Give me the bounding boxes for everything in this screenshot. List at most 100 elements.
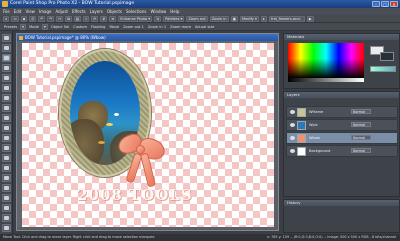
color-spectrum[interactable]: [288, 43, 364, 78]
custom-label: Custom: [73, 24, 87, 29]
visibility-icon[interactable]: [290, 123, 295, 127]
menu-objects[interactable]: Objects: [107, 9, 122, 14]
actual-size-label[interactable]: Actual size: [194, 25, 215, 29]
blend-mode[interactable]: Normal: [351, 148, 371, 153]
blend-mode[interactable]: Normal: [351, 122, 371, 127]
object-sel-label: Object Sel: [50, 24, 70, 29]
eraser-icon[interactable]: [2, 204, 11, 212]
zoom-more-label[interactable]: Zoom more: [169, 25, 192, 29]
recent-materials[interactable]: [370, 66, 396, 72]
mode-dropdown[interactable]: ▾: [41, 23, 48, 30]
crop-tool-icon[interactable]: [2, 104, 11, 112]
zoom-in-label: Zoom in: [211, 16, 227, 21]
grid-icon[interactable]: #: [100, 15, 108, 22]
crop-icon[interactable]: ⌗: [83, 15, 90, 22]
enhance-photo-label: Enhance Photo: [120, 16, 148, 21]
copy-icon[interactable]: ⧉: [65, 15, 72, 22]
menu-edit[interactable]: Edit: [14, 9, 22, 14]
pan-tool-icon[interactable]: [2, 34, 11, 42]
magic-wand-icon[interactable]: [2, 84, 11, 92]
layer-row-selected[interactable]: Wbow Normal: [286, 132, 398, 144]
menu-help[interactable]: Help: [170, 9, 179, 14]
zoom-in-button[interactable]: Zoom in: [209, 15, 229, 22]
vertical-scrollbar[interactable]: [274, 41, 278, 228]
modify-button[interactable]: Modify ▾: [239, 15, 259, 22]
menu-adjust[interactable]: Adjust: [55, 9, 68, 14]
window-title: Corel Paint Shop Pro Photo X2 - BOW Tuto…: [10, 1, 135, 6]
undo-icon[interactable]: ↶: [38, 15, 46, 22]
zoom-out-button[interactable]: Zoom out: [186, 15, 208, 22]
rotate-icon[interactable]: ⟳: [91, 15, 99, 22]
selection-tool-icon[interactable]: [2, 64, 11, 72]
dropper-icon[interactable]: [2, 94, 11, 102]
view-icon[interactable]: ▣: [230, 15, 238, 22]
menu-effects[interactable]: Effects: [72, 9, 86, 14]
red-eye-icon[interactable]: [2, 134, 11, 142]
blend-mode[interactable]: Normal: [351, 135, 371, 140]
layers-icon[interactable]: ≡: [109, 15, 117, 22]
script-select[interactable]: frst_fiowers-and-: [268, 15, 305, 22]
script-icon[interactable]: ▸: [260, 15, 267, 22]
zoom-out-1-label[interactable]: Zoom out 1: [122, 25, 145, 29]
background-material-swatch[interactable]: [380, 52, 394, 61]
open-icon[interactable]: ▭: [11, 15, 19, 22]
perspective-icon[interactable]: [2, 124, 11, 132]
menu-selections[interactable]: Selections: [126, 9, 147, 14]
paint-brush-icon[interactable]: [2, 174, 11, 182]
layer-thumbnail: [297, 147, 306, 156]
layer-row[interactable]: Background Normal: [286, 145, 398, 157]
redo-icon[interactable]: ↷: [47, 15, 55, 22]
blend-mode[interactable]: Normal: [351, 109, 371, 114]
layer-name: Background: [309, 149, 331, 153]
maximize-button[interactable]: □: [381, 1, 389, 7]
enhance-photo-button[interactable]: Enhance Photo ▾: [118, 15, 153, 22]
visibility-icon[interactable]: [290, 110, 295, 114]
text-tool-icon[interactable]: [2, 224, 11, 232]
horizontal-scrollbar[interactable]: [17, 227, 278, 230]
flood-fill-icon[interactable]: [2, 214, 11, 222]
menu-file[interactable]: File: [3, 9, 10, 14]
zoom-in-1-label[interactable]: Zoom in 1: [147, 25, 167, 29]
layer-row[interactable]: Wpic Normal: [286, 119, 398, 131]
close-button[interactable]: ×: [390, 1, 398, 7]
freehand-selection-icon[interactable]: [2, 74, 11, 82]
paste-icon[interactable]: ▤: [73, 15, 82, 22]
menu-window[interactable]: Window: [151, 9, 167, 14]
menu-view[interactable]: View: [25, 9, 35, 14]
scratch-remover-icon[interactable]: [2, 164, 11, 172]
clone-brush-icon[interactable]: [2, 154, 11, 162]
presets-dropdown[interactable]: ▾: [20, 23, 27, 30]
menu-image[interactable]: Image: [39, 9, 52, 14]
document-title-bar: BOW Tutorial.pspimage* @ 80% (Wbow): [17, 34, 278, 41]
zoom-tool-icon[interactable]: [2, 44, 11, 52]
grayscale-strip[interactable]: [288, 78, 364, 82]
tools-palette: [0, 31, 13, 234]
makeover-icon[interactable]: [2, 144, 11, 152]
status-message: Move Tool: Click and drag to move layer.…: [3, 235, 156, 239]
print-icon[interactable]: ⎙: [29, 15, 37, 22]
visibility-icon[interactable]: [290, 136, 295, 140]
zoom-out-label: Zoom out: [188, 16, 206, 21]
layer-thumbnail: [297, 134, 306, 143]
layers-panel: Layers Wframe Normal Wpic Normal Wbow No…: [283, 91, 400, 197]
save-icon[interactable]: ▪: [20, 15, 28, 22]
airbrush-icon[interactable]: [2, 184, 11, 192]
arrange-icon[interactable]: ⇲: [154, 15, 162, 22]
palettes-button[interactable]: Palettes ▾: [163, 15, 185, 22]
new-icon[interactable]: ▫: [3, 15, 10, 22]
layer-thumbnail: [297, 108, 306, 117]
menu-layers[interactable]: Layers: [90, 9, 103, 14]
lighten-darken-icon[interactable]: [2, 194, 11, 202]
app-icon: [2, 1, 8, 7]
layer-name: Wframe: [309, 110, 324, 114]
visibility-icon[interactable]: [290, 149, 295, 153]
title-bar: Corel Paint Shop Pro Photo X2 - BOW Tuto…: [0, 0, 400, 8]
minimize-button[interactable]: –: [372, 1, 380, 7]
run-script-icon[interactable]: ▶: [306, 15, 314, 22]
cut-icon[interactable]: ✂: [56, 15, 64, 22]
move-tool-icon[interactable]: [2, 54, 11, 62]
straighten-icon[interactable]: [2, 114, 11, 122]
layer-row[interactable]: Wframe Normal: [286, 106, 398, 118]
document-title: BOW Tutorial.pspimage* @ 80% (Wbow): [25, 35, 106, 40]
image-canvas[interactable]: 2008 TOOLS: [22, 43, 274, 230]
